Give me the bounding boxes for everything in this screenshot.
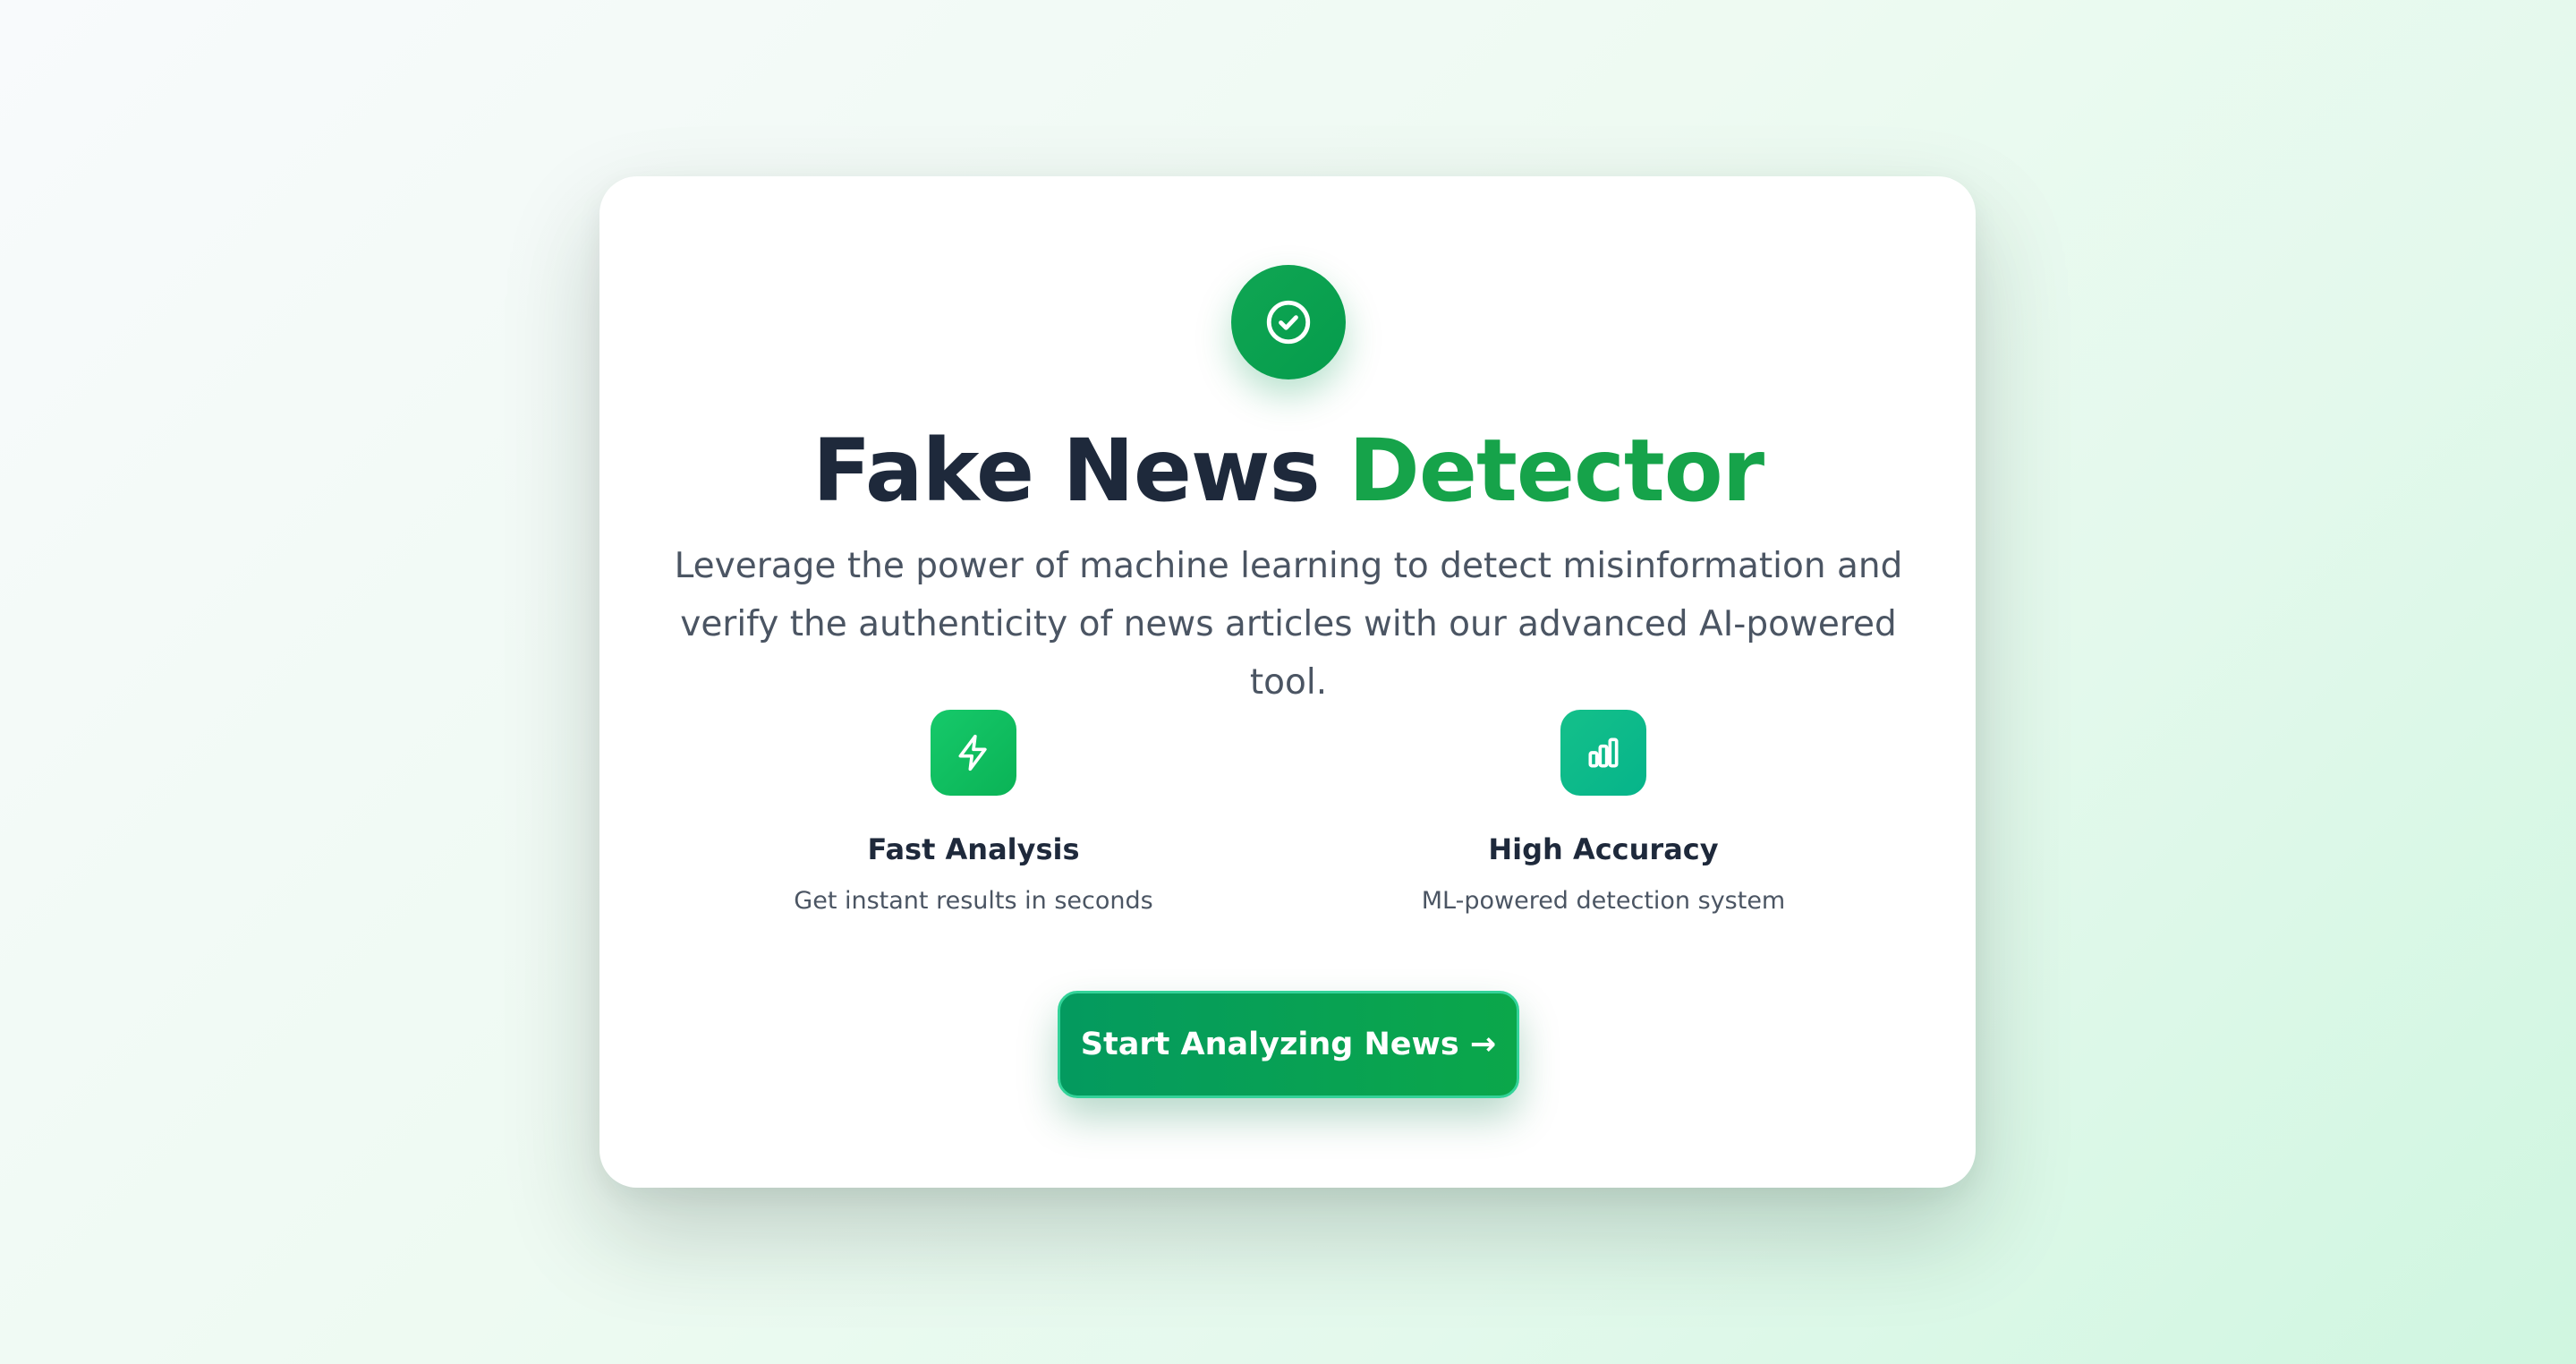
hero-subtitle: Leverage the power of machine learning t… bbox=[674, 546, 1903, 703]
start-analyzing-button[interactable]: Start Analyzing News → bbox=[1058, 991, 1519, 1098]
page-title: Fake News Detector bbox=[0, 413, 2576, 528]
bar-chart-icon bbox=[1588, 737, 1619, 768]
hero-badge bbox=[1231, 265, 1346, 379]
check-circle-icon bbox=[1266, 300, 1311, 345]
feature-title: Fast Analysis bbox=[867, 832, 1080, 866]
title-main: Fake News bbox=[812, 421, 1349, 521]
feature-description: ML-powered detection system bbox=[1421, 887, 1786, 915]
lightning-bolt-icon bbox=[958, 734, 987, 772]
feature-high-accuracy: High Accuracy ML-powered detection syste… bbox=[1326, 710, 1881, 919]
feature-icon-tile bbox=[1560, 710, 1646, 796]
feature-description: Get instant results in seconds bbox=[794, 887, 1153, 915]
feature-icon-tile bbox=[931, 710, 1016, 796]
feature-title: High Accuracy bbox=[1488, 832, 1719, 866]
title-accent: Detector bbox=[1348, 421, 1764, 521]
feature-fast-analysis: Fast Analysis Get instant results in sec… bbox=[696, 710, 1251, 919]
